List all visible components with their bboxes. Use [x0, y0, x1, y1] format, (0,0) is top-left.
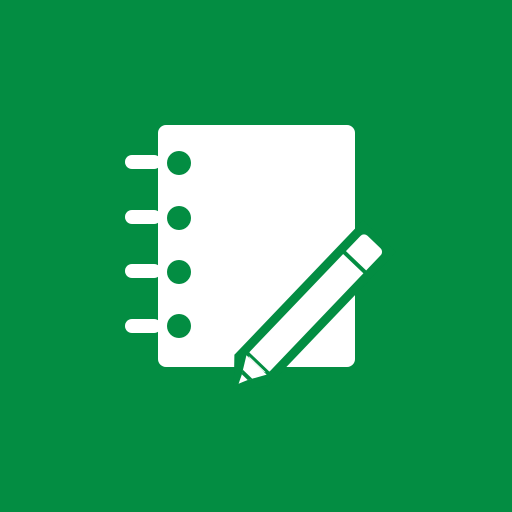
notebook-with-pencil-icon: [0, 0, 512, 512]
app-icon-tile: [0, 0, 512, 512]
